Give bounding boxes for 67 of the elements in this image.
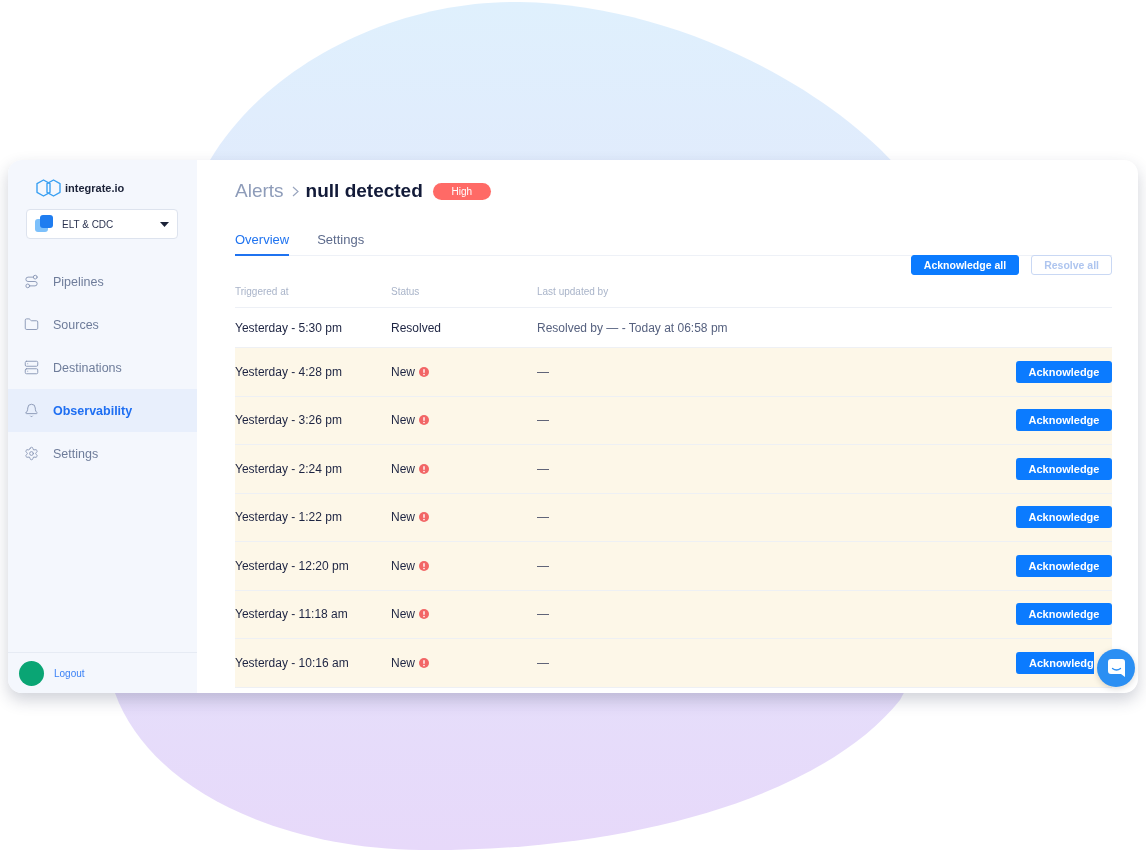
chevron-right-icon (291, 185, 299, 197)
updated-by-text: — (537, 413, 550, 428)
chat-icon (1107, 659, 1125, 677)
nav-item[interactable]: Destinations (8, 346, 197, 389)
alert-icon (419, 609, 429, 620)
alert-icon (419, 463, 429, 474)
status-text: New (391, 510, 415, 525)
status-text: New (391, 413, 415, 428)
status-text: New (391, 558, 415, 573)
alert-icon (419, 415, 429, 426)
alert-icon (419, 512, 429, 523)
avatar (19, 660, 44, 686)
severity-badge: High (432, 182, 491, 200)
server-icon (24, 360, 39, 375)
updated-by-text: — (537, 655, 550, 670)
updated-by-text: Resolved by — - Today at 06:58 pm (537, 320, 729, 335)
nav-item[interactable]: Observability (8, 389, 197, 432)
triggered-time: Yesterday - 10:16 am (235, 655, 350, 670)
action-button[interactable]: Acknowledge all (910, 255, 1020, 275)
status-text: Resolved (391, 320, 442, 335)
updated-by-text: — (537, 461, 550, 476)
column-header: Triggered at (235, 285, 290, 297)
triggered-time: Yesterday - 12:20 pm (235, 558, 350, 573)
logout-link[interactable]: Logout (54, 667, 85, 679)
triggered-time: Yesterday - 1:22 pm (235, 510, 343, 525)
acknowledge-button[interactable]: Acknowledge (1016, 603, 1112, 626)
status-text: New (391, 364, 415, 379)
caret-icon (160, 221, 169, 227)
triggered-time: Yesterday - 4:28 pm (235, 364, 343, 379)
triggered-time: Yesterday - 3:26 pm (235, 413, 343, 428)
bell-icon (24, 403, 39, 418)
tab[interactable]: Overview (235, 224, 290, 256)
acknowledge-button[interactable]: Acknowledge (1016, 409, 1112, 432)
triggered-time: Yesterday - 2:24 pm (235, 461, 343, 476)
acknowledge-button[interactable]: Acknowledge (1016, 554, 1112, 577)
updated-by-text: — (537, 364, 550, 379)
triggered-time: Yesterday - 5:30 pm (235, 320, 343, 335)
status-text: New (391, 461, 415, 476)
chat-button[interactable] (1097, 649, 1135, 687)
nav-item[interactable]: Pipelines (8, 260, 197, 303)
tab[interactable]: Settings (317, 224, 365, 256)
nav-item[interactable]: Sources (8, 303, 197, 346)
column-header: Status (391, 285, 421, 297)
updated-by-text: — (537, 607, 550, 622)
alert-icon (419, 366, 429, 377)
nav-item[interactable]: Settings (8, 432, 197, 475)
breadcrumb-link[interactable]: Alerts (235, 180, 284, 202)
status-text: New (391, 607, 415, 622)
acknowledge-button[interactable]: Acknowledg (1016, 651, 1094, 674)
stacked-squares-icon (35, 215, 53, 233)
page-title: null detected (305, 180, 423, 202)
alert-icon (419, 657, 429, 668)
column-header: Last updated by (537, 285, 610, 297)
gear-icon (24, 446, 39, 461)
updated-by-text: — (537, 510, 550, 525)
hexagon-logo-icon (36, 178, 61, 197)
triggered-time: Yesterday - 11:18 am (235, 607, 349, 622)
updated-by-text: — (537, 558, 550, 573)
logo-text: integrate.io (65, 181, 125, 194)
route-icon (24, 274, 39, 289)
alert-icon (419, 560, 429, 571)
acknowledge-button[interactable]: Acknowledge (1016, 506, 1112, 529)
status-text: New (391, 655, 415, 670)
acknowledge-button[interactable]: Acknowledge (1016, 360, 1112, 383)
acknowledge-button[interactable]: Acknowledge (1016, 457, 1112, 480)
workspace-dropdown[interactable]: ELT & CDC (26, 209, 178, 239)
folder-icon (24, 317, 39, 332)
